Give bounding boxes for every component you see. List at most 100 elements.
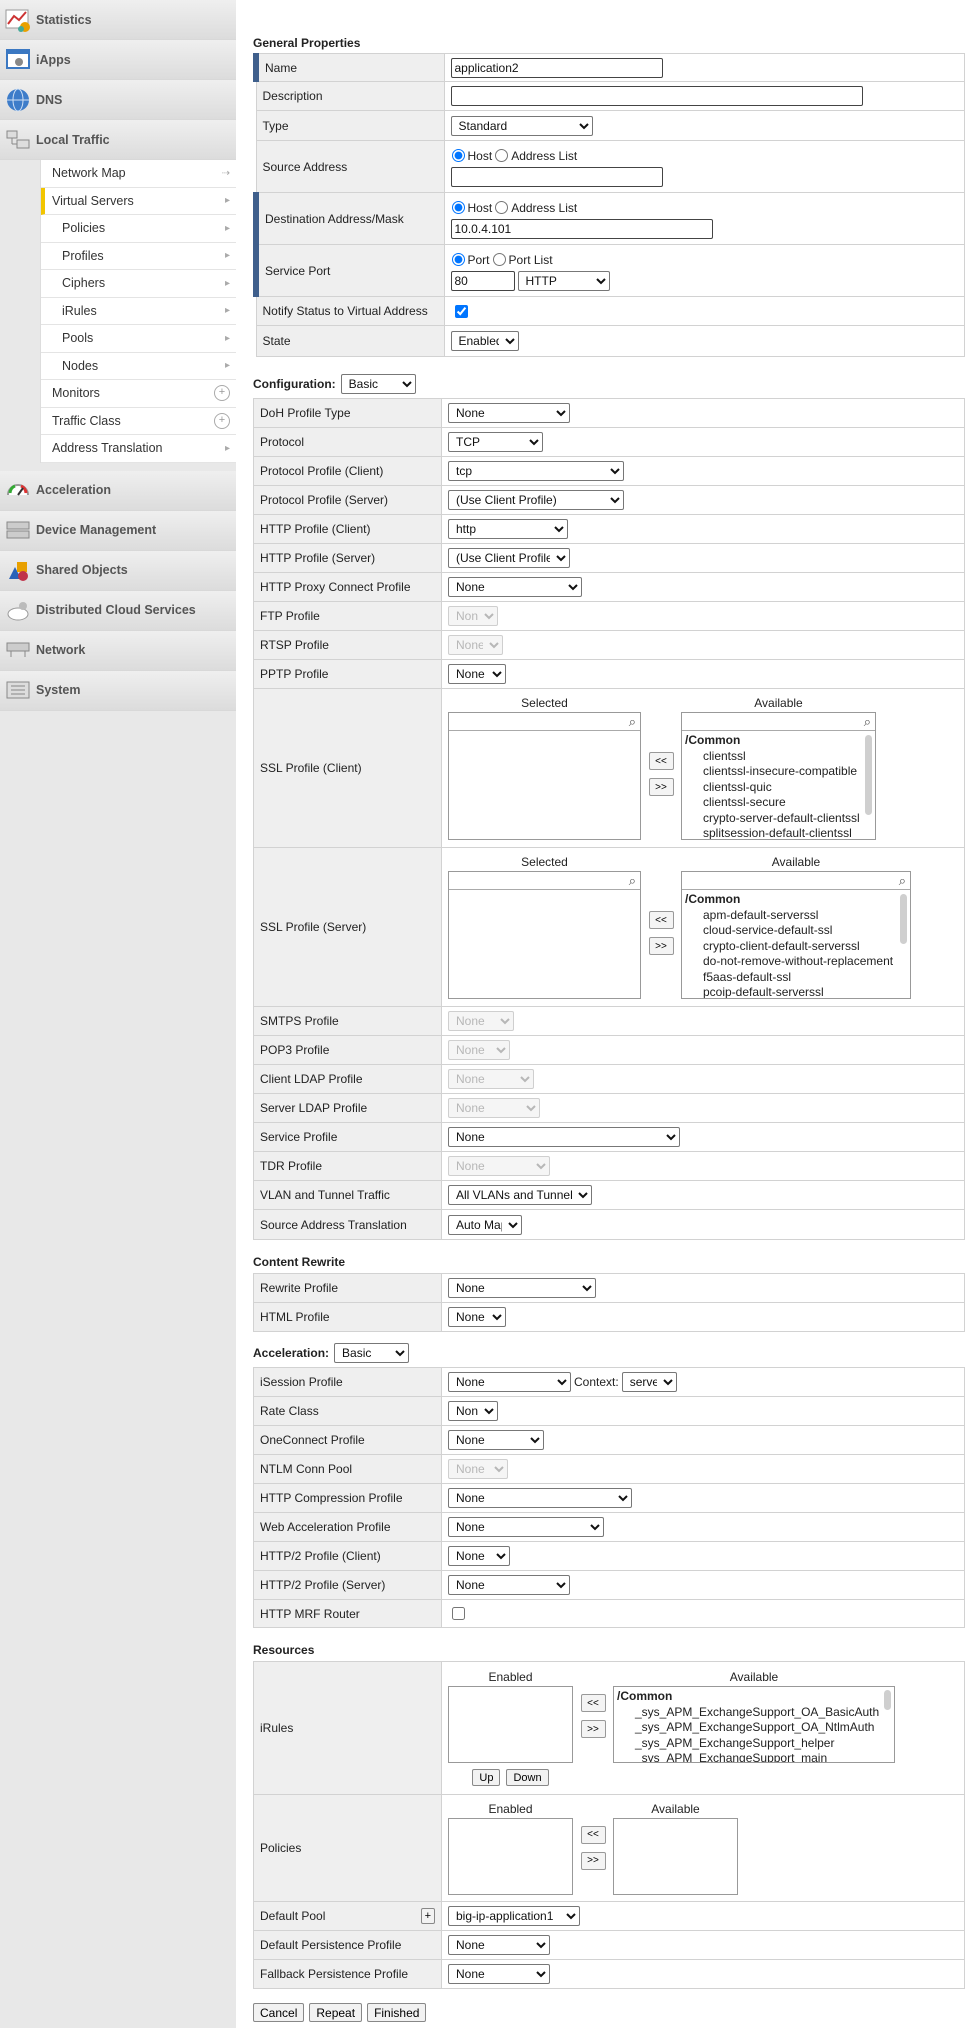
nav-acceleration[interactable]: Acceleration	[0, 470, 236, 511]
nav-shared-objects[interactable]: Shared Objects	[0, 550, 236, 591]
default-persistence-select[interactable]: None	[448, 1935, 550, 1955]
web-acceleration-select[interactable]: None	[448, 1517, 604, 1537]
subnav-nodes[interactable]: Nodes ▸	[41, 353, 236, 380]
ssl-client-selected-list[interactable]: ⌕	[448, 712, 641, 840]
policies-move-right-button[interactable]: >>	[580, 1851, 606, 1870]
vlan-traffic-select[interactable]: All VLANs and Tunnels	[448, 1185, 592, 1205]
http-mrf-router-checkbox[interactable]	[452, 1607, 465, 1620]
cancel-button[interactable]: Cancel	[253, 2003, 305, 2022]
port-list-radio[interactable]	[492, 253, 506, 266]
ssl-server-available-list[interactable]: ⌕ /Common apm-default-serverssl cloud-servi…	[681, 871, 911, 999]
add-icon[interactable]: +	[214, 412, 230, 429]
add-pool-button[interactable]: +	[420, 1908, 435, 1924]
list-item[interactable]: clientssl-quic	[685, 780, 872, 796]
scrollbar[interactable]	[884, 1690, 891, 1710]
list-item[interactable]: crypto-server-default-clientssl	[685, 811, 872, 827]
list-item[interactable]: clientssl-insecure-compatible	[685, 764, 872, 780]
list-item[interactable]: crypto-client-default-serverssl	[685, 939, 907, 955]
subnav-policies[interactable]: Policies ▸	[41, 215, 236, 243]
service-port-select[interactable]: HTTP	[517, 270, 610, 291]
subnav-ciphers[interactable]: Ciphers ▸	[41, 270, 236, 298]
list-item[interactable]: pcoip-default-serverssl	[685, 985, 907, 998]
default-pool-select[interactable]: big-ip-application1	[448, 1906, 580, 1926]
search-icon[interactable]: ⌕	[899, 873, 906, 889]
irules-available-list[interactable]: /Common _sys_APM_ExchangeSupport_OA_Basic…	[613, 1686, 895, 1763]
list-item[interactable]: clientssl	[685, 749, 872, 765]
search-icon[interactable]: ⌕	[864, 714, 871, 730]
policies-available-list[interactable]	[613, 1817, 738, 1895]
subnav-network-map[interactable]: Network Map ⇢	[41, 160, 236, 188]
scrollbar[interactable]	[865, 735, 872, 815]
configuration-mode-select[interactable]: Basic	[340, 374, 416, 394]
policies-enabled-list[interactable]	[448, 1817, 573, 1895]
http-profile-client-select[interactable]: http	[448, 519, 568, 539]
nav-statistics[interactable]: Statistics	[0, 0, 236, 40]
nav-system[interactable]: System	[0, 670, 236, 711]
list-item[interactable]: do-not-remove-without-replacement	[685, 954, 907, 970]
repeat-button[interactable]: Repeat	[309, 2003, 363, 2022]
isession-profile-select[interactable]: None	[448, 1372, 571, 1392]
ssl-client-move-right-button[interactable]: >>	[648, 778, 674, 796]
finished-button[interactable]: Finished	[367, 2003, 427, 2022]
rate-class-select[interactable]: None	[448, 1401, 498, 1421]
service-port-input[interactable]	[450, 270, 515, 291]
irules-enabled-list[interactable]	[448, 1686, 573, 1763]
subnav-address-translation[interactable]: Address Translation ▸	[41, 435, 236, 463]
oneconnect-profile-select[interactable]: None	[448, 1430, 544, 1450]
state-select[interactable]: Enabled	[450, 331, 519, 351]
irule-up-button[interactable]: Up	[472, 1769, 501, 1786]
irules-move-left-button[interactable]: <<	[580, 1694, 606, 1712]
destination-address-input[interactable]	[450, 218, 713, 239]
search-icon[interactable]: ⌕	[629, 873, 636, 889]
doh-profile-select[interactable]: None	[448, 403, 570, 423]
nav-iapps[interactable]: iApps	[0, 40, 236, 80]
fallback-persistence-select[interactable]: None	[448, 1964, 550, 1984]
nav-device-management[interactable]: Device Management	[0, 510, 236, 551]
ssl-server-move-right-button[interactable]: >>	[648, 937, 674, 955]
list-item[interactable]: _sys_APM_ExchangeSupport_helper	[617, 1736, 891, 1752]
source-address-input[interactable]	[450, 166, 663, 187]
acceleration-mode-select[interactable]: Basic	[334, 1343, 410, 1363]
destination-address-list-radio[interactable]	[495, 201, 509, 214]
list-item[interactable]: f5aas-default-ssl	[685, 970, 907, 986]
subnav-pools[interactable]: Pools ▸	[41, 325, 236, 353]
description-input[interactable]	[450, 86, 863, 106]
source-address-list-radio[interactable]	[495, 149, 509, 162]
nav-local-traffic[interactable]: Local Traffic	[0, 120, 236, 160]
destination-host-radio[interactable]	[451, 201, 465, 214]
list-item[interactable]: clientssl-secure	[685, 795, 872, 811]
subnav-monitors[interactable]: Monitors +	[41, 380, 236, 408]
source-address-translation-select[interactable]: Auto Map	[448, 1214, 522, 1235]
ssl-server-move-left-button[interactable]: <<	[648, 911, 674, 929]
rewrite-profile-select[interactable]: None	[448, 1278, 596, 1298]
list-item[interactable]: cloud-service-default-ssl	[685, 923, 907, 939]
protocol-profile-server-select[interactable]: (Use Client Profile)	[448, 490, 624, 510]
protocol-select[interactable]: TCP	[448, 432, 543, 452]
html-profile-select[interactable]: None	[448, 1307, 506, 1327]
notify-status-checkbox[interactable]	[454, 304, 468, 318]
port-radio[interactable]	[451, 253, 465, 266]
list-item[interactable]: _sys_APM_ExchangeSupport_OA_NtlmAuth	[617, 1720, 891, 1736]
scrollbar[interactable]	[900, 894, 907, 944]
irule-down-button[interactable]: Down	[506, 1769, 549, 1786]
http-profile-server-select[interactable]: (Use Client Profile)	[448, 548, 570, 568]
nav-dns[interactable]: DNS	[0, 80, 236, 120]
ssl-client-move-left-button[interactable]: <<	[648, 752, 674, 770]
subnav-traffic-class[interactable]: Traffic Class +	[41, 408, 236, 435]
type-select[interactable]: Standard	[450, 115, 593, 136]
http2-client-select[interactable]: None	[448, 1546, 510, 1566]
http-proxy-connect-select[interactable]: None	[448, 577, 582, 597]
nav-distributed-cloud[interactable]: Distributed Cloud Services	[0, 590, 236, 631]
add-icon[interactable]: +	[214, 385, 230, 402]
irules-move-right-button[interactable]: >>	[580, 1720, 606, 1738]
subnav-profiles[interactable]: Profiles ▸	[41, 243, 236, 270]
list-item[interactable]: splitsession-default-clientssl	[685, 826, 872, 839]
list-item[interactable]: _sys_APM_ExchangeSupport_main	[617, 1751, 891, 1762]
ssl-server-selected-list[interactable]: ⌕	[448, 871, 641, 999]
name-input[interactable]	[450, 57, 663, 78]
search-icon[interactable]: ⌕	[629, 714, 636, 730]
subnav-virtual-servers[interactable]: Virtual Servers ▸	[41, 187, 236, 215]
nav-network[interactable]: Network	[0, 630, 236, 671]
subnav-irules[interactable]: iRules ▸	[41, 298, 236, 325]
policies-move-left-button[interactable]: <<	[580, 1825, 606, 1844]
